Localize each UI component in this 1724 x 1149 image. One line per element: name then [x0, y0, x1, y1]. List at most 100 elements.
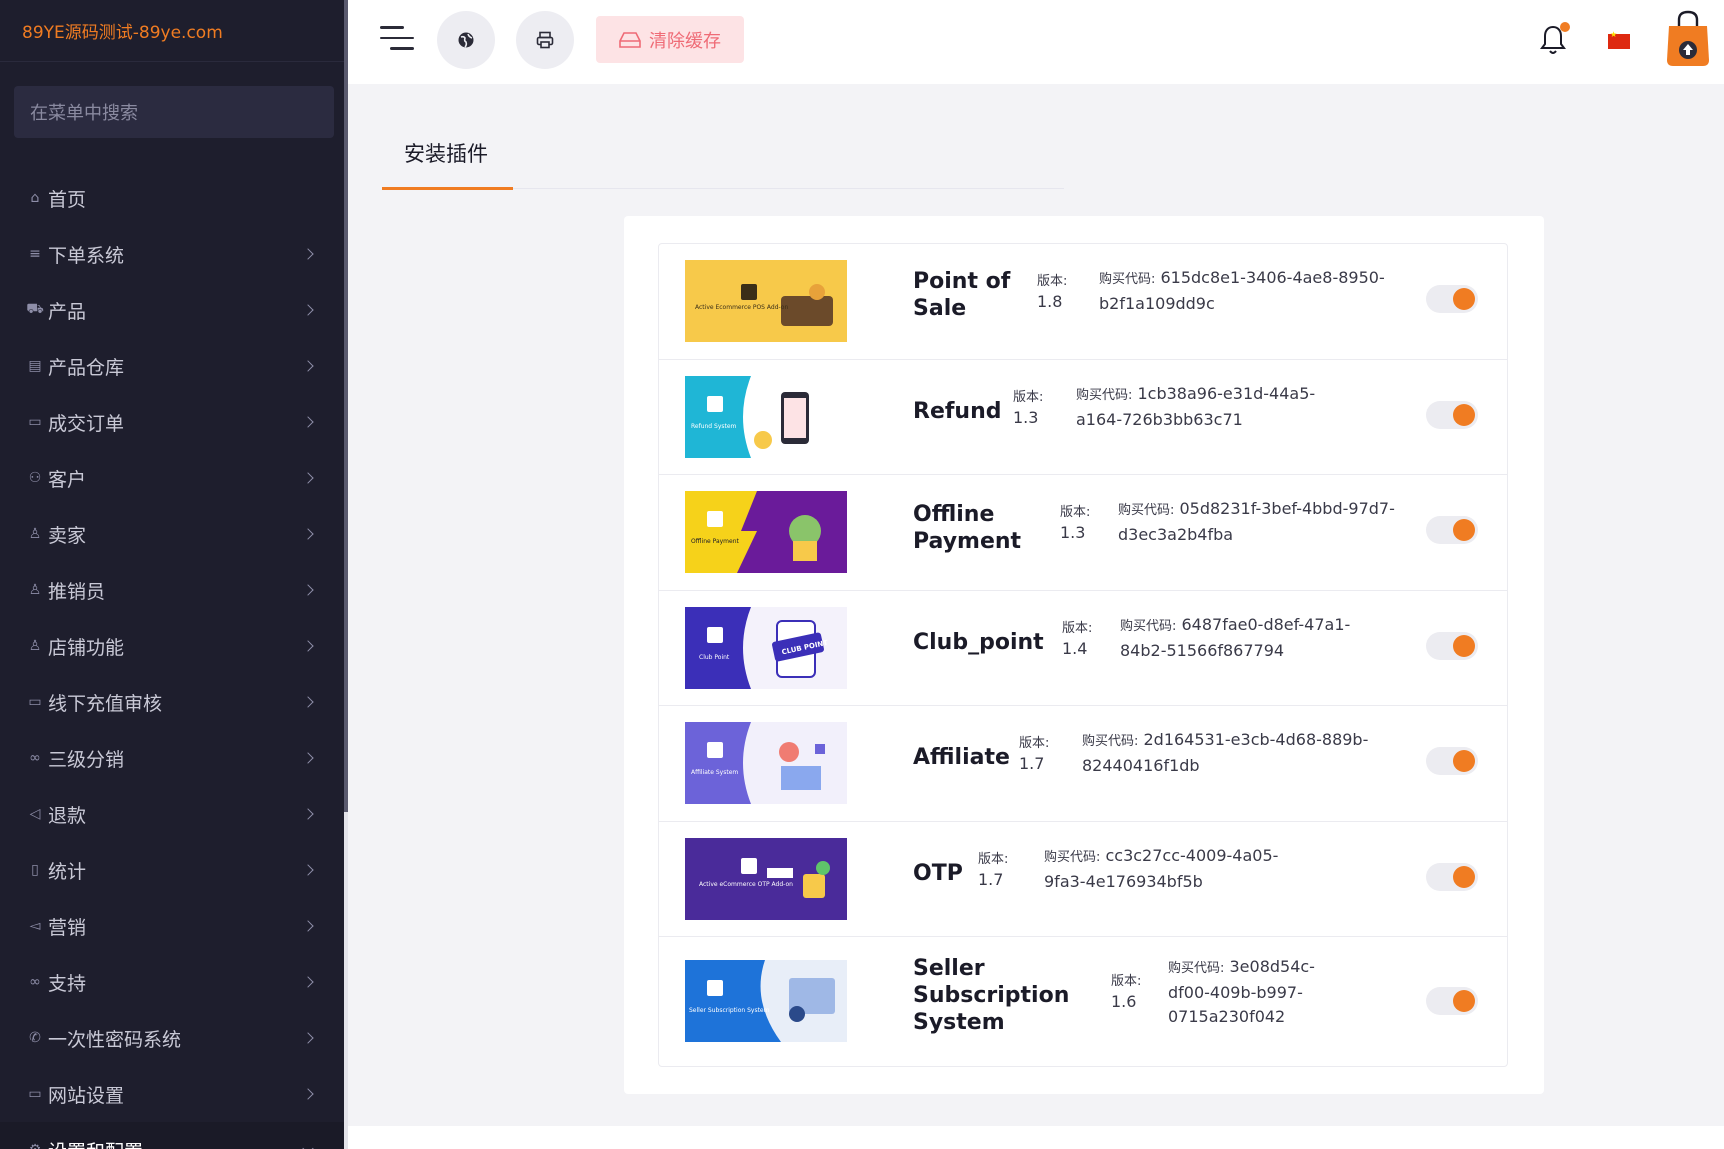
link-icon: ∞ — [29, 974, 41, 990]
plugin-toggle[interactable] — [1426, 987, 1478, 1015]
version-value: 1.3 — [1060, 523, 1086, 542]
chevron-right-icon — [302, 1088, 314, 1100]
plugin-thumbnail-text: Active eCommerce OTP Add-on — [699, 881, 793, 888]
plugin-thumbnail: Refund System — [685, 376, 847, 458]
plugin-toggle[interactable] — [1426, 632, 1478, 660]
sidebar-item-label: 卖家 — [48, 524, 87, 547]
file-icon: ▯ — [31, 862, 39, 878]
plugin-name: Point of Sale — [913, 269, 1011, 321]
toggle-knob — [1453, 990, 1475, 1012]
plugin-thumbnail: Active eCommerce OTP Add-on — [685, 838, 847, 920]
sidebar-item-otp[interactable]: ✆ 一次性密码系统 — [0, 1010, 348, 1066]
plugin-toggle[interactable] — [1426, 285, 1478, 313]
clear-cache-button[interactable]: 清除缓存 — [596, 16, 744, 63]
chevron-right-icon — [302, 808, 314, 820]
sidebar-item-label: 客户 — [48, 468, 87, 491]
chevron-right-icon — [302, 304, 314, 316]
chevron-right-icon — [302, 248, 314, 260]
purchase-code-label: 购买代码: — [1044, 850, 1101, 865]
phone-icon: ✆ — [29, 1030, 41, 1046]
sidebar-item-sellers[interactable]: ♙ 卖家 — [0, 506, 348, 562]
sidebar-item-label: 三级分销 — [48, 748, 125, 771]
version-value: 1.8 — [1037, 292, 1063, 311]
purchase-code-label: 购买代码: — [1082, 734, 1139, 749]
chevron-down-icon — [302, 1142, 314, 1149]
menu-toggle-icon[interactable] — [380, 26, 414, 54]
toggle-knob — [1453, 519, 1475, 541]
sidebar-item-reports[interactable]: ▯ 统计 — [0, 842, 348, 898]
plugin-toggle[interactable] — [1426, 747, 1478, 775]
plugin-toggle[interactable] — [1426, 863, 1478, 891]
sidebar-item-offline-recharge[interactable]: ▭ 线下充值审核 — [0, 674, 348, 730]
chevron-right-icon — [302, 752, 314, 764]
purchase-code: 购买代码: 615dc8e1-3406-4ae8-8950-b2f1a109dd… — [1099, 266, 1389, 316]
sidebar-item-products[interactable]: ⛟ 产品 — [0, 282, 348, 338]
chevron-right-icon — [302, 920, 314, 932]
version-label: 版本: — [1037, 274, 1068, 289]
version-label: 版本: — [1060, 505, 1091, 520]
plugin-row: Active Ecommerce POS Add-on Point of Sal… — [659, 244, 1507, 360]
brand-title[interactable]: 89YE源码测试-89ye.com — [0, 0, 348, 62]
purchase-code: 购买代码: 05d8231f-3bef-4bbd-97d7-d3ec3a2b4f… — [1118, 497, 1408, 547]
sidebar-item-orders[interactable]: ▭ 成交订单 — [0, 394, 348, 450]
plugin-thumbnail: Affiliate System — [685, 722, 847, 804]
sidebar-item-setup-config[interactable]: ⚙设置和配置 — [0, 1122, 348, 1149]
purchase-code-label: 购买代码: — [1076, 388, 1133, 403]
print-button[interactable] — [516, 11, 574, 69]
sidebar-item-customers[interactable]: ⚇ 客户 — [0, 450, 348, 506]
sidebar-item-label: 支持 — [48, 972, 87, 995]
toggle-knob — [1453, 866, 1475, 888]
purchase-code: 购买代码: 1cb38a96-e31d-44a5-a164-726b3bb63c… — [1076, 382, 1336, 432]
plugin-thumbnail: CLUB POINT Club Point — [685, 607, 847, 689]
archive-icon: ▤ — [28, 358, 42, 374]
plugin-thumbnail-text: Club Point — [699, 654, 730, 661]
sidebar-item-salesmen[interactable]: ♙ 推销员 — [0, 562, 348, 618]
shopping-bag-icon[interactable] — [1666, 10, 1710, 68]
sidebar-item-home[interactable]: ⌂ 首页 — [0, 170, 348, 226]
plugin-thumbnail: Offline Payment — [685, 491, 847, 573]
plugin-row: Seller Subscription System Seller Subscr… — [659, 937, 1507, 1066]
menu-search-input[interactable]: 在菜单中搜索 — [14, 86, 334, 138]
sidebar: 89YE源码测试-89ye.com 在菜单中搜索 ⌂ 首页 ≡ 下单系统 ⛟ 产品 ▤… — [0, 0, 348, 1149]
tab-install-plugins[interactable]: 安装插件 — [404, 138, 488, 168]
plugin-list: Active Ecommerce POS Add-on Point of Sal… — [658, 243, 1508, 1067]
sidebar-item-refund[interactable]: ◁ 退款 — [0, 786, 348, 842]
sidebar-item-support[interactable]: ∞ 支持 — [0, 954, 348, 1010]
purchase-code-label: 购买代码: — [1120, 619, 1177, 634]
sidebar-item-label: 下单系统 — [48, 244, 125, 267]
plugin-row: Active eCommerce OTP Add-on OTP 版本: 1.7 … — [659, 822, 1507, 937]
sidebar-item-label: 退款 — [48, 804, 87, 827]
clear-cache-label: 清除缓存 — [649, 30, 721, 52]
plugin-toggle[interactable] — [1426, 401, 1478, 429]
chevron-right-icon — [302, 640, 314, 652]
version-label: 版本: — [1019, 736, 1050, 751]
chevron-right-icon — [302, 976, 314, 988]
sidebar-item-label: 网站设置 — [48, 1084, 125, 1107]
sidebar-item-affiliate[interactable]: ∞ 三级分销 — [0, 730, 348, 786]
sidebar-item-shop-features[interactable]: ♙ 店铺功能 — [0, 618, 348, 674]
money-icon: ▭ — [28, 414, 42, 430]
plugin-thumbnail-text: Active Ecommerce POS Add-on — [695, 304, 788, 311]
sidebar-item-order-system[interactable]: ≡ 下单系统 — [0, 226, 348, 282]
money-icon: ▭ — [28, 694, 42, 710]
plugin-thumbnail-text: Offline Payment — [691, 538, 740, 545]
globe-button[interactable] — [437, 11, 495, 69]
sidebar-scrollbar-thumb[interactable] — [344, 0, 348, 812]
plugin-row: Affiliate System Affiliate 版本: 1.7 购买代码:… — [659, 706, 1507, 822]
toggle-knob — [1453, 635, 1475, 657]
china-flag-icon[interactable] — [1608, 30, 1630, 49]
plugin-row: CLUB POINT Club Point Club_point 版本: 1.4… — [659, 591, 1507, 706]
sidebar-item-marketing[interactable]: ◅ 营销 — [0, 898, 348, 954]
sidebar-item-label: 首页 — [48, 188, 87, 211]
link-icon: ∞ — [29, 750, 41, 766]
user-icon: ♙ — [28, 526, 42, 542]
sidebar-item-warehouse[interactable]: ▤ 产品仓库 — [0, 338, 348, 394]
purchase-code: 购买代码: 6487fae0-d8ef-47a1-84b2-51566f8677… — [1120, 613, 1390, 663]
chevron-right-icon — [302, 584, 314, 596]
plugin-toggle[interactable] — [1426, 516, 1478, 544]
version-label: 版本: — [1062, 621, 1093, 636]
sidebar-item-label: 一次性密码系统 — [48, 1028, 182, 1051]
monitor-icon: ▭ — [28, 1086, 42, 1102]
sidebar-item-website-setup[interactable]: ▭ 网站设置 — [0, 1066, 348, 1122]
purchase-code: 购买代码: 3e08d54c-df00-409b-b997-0715a230f0… — [1168, 955, 1338, 1029]
